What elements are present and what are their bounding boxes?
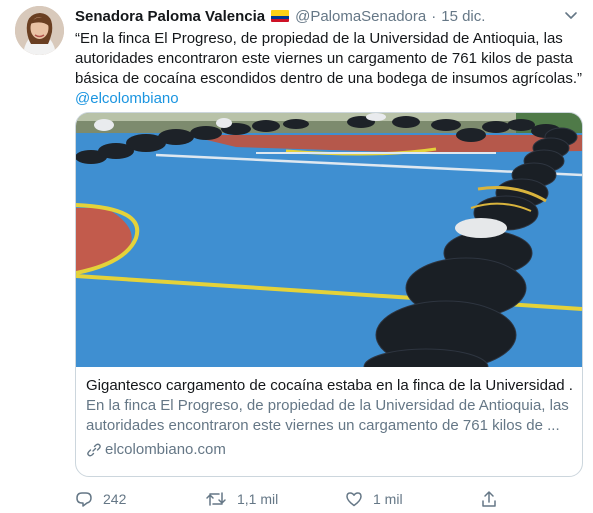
card-description-line: En la finca El Progreso, de propiedad de… — [86, 397, 569, 414]
card-image[interactable] — [76, 113, 582, 367]
tweet-actions: 242 1,1 mil 1 mil — [75, 487, 515, 511]
reply-button[interactable]: 242 — [75, 487, 126, 511]
card-description-line: autoridades encontraron este viernes un … — [86, 417, 560, 434]
share-icon — [482, 491, 496, 507]
tweet-text-line: autoridades encontraron este viernes un … — [75, 50, 573, 67]
tweet-text: “En la finca El Progreso, de propiedad d… — [75, 29, 583, 109]
separator-dot: · — [431, 7, 437, 25]
colombia-flag-icon — [271, 10, 290, 22]
link-card[interactable]: Gigantesco cargamento de cocaína estaba … — [75, 112, 583, 477]
retweet-icon — [206, 492, 226, 506]
like-count: 1 mil — [373, 491, 403, 507]
card-domain-text: elcolombiano.com — [105, 441, 226, 458]
author-handle[interactable]: @PalomaSenadora — [295, 8, 426, 25]
mention-link[interactable]: @elcolombiano — [75, 90, 179, 107]
author-name[interactable]: Senadora Paloma Valencia — [75, 8, 265, 25]
reply-count: 242 — [103, 491, 127, 507]
tweet[interactable]: Senadora Paloma Valencia @PalomaSenadora… — [0, 0, 593, 513]
tweet-date[interactable]: 15 dic. — [441, 8, 485, 25]
card-domain: elcolombiano.com — [86, 440, 572, 460]
retweet-count: 1,1 mil — [237, 491, 279, 507]
tweet-text-line: básica de cocaína escondidos dentro de u… — [75, 70, 583, 87]
retweet-button[interactable]: 1,1 mil — [205, 487, 278, 511]
share-button[interactable] — [480, 487, 508, 511]
card-title[interactable]: Gigantesco cargamento de cocaína estaba … — [86, 376, 572, 396]
like-button[interactable]: 1 mil — [345, 487, 403, 511]
tweet-header: Senadora Paloma Valencia @PalomaSenadora… — [75, 6, 485, 26]
heart-icon — [346, 492, 362, 507]
reply-icon — [76, 492, 92, 507]
card-body: Gigantesco cargamento de cocaína estaba … — [86, 376, 572, 460]
link-icon — [87, 443, 101, 457]
tweet-text-line: “En la finca El Progreso, de propiedad d… — [75, 30, 563, 47]
chevron-down-icon[interactable] — [561, 8, 581, 24]
avatar[interactable] — [15, 6, 64, 55]
